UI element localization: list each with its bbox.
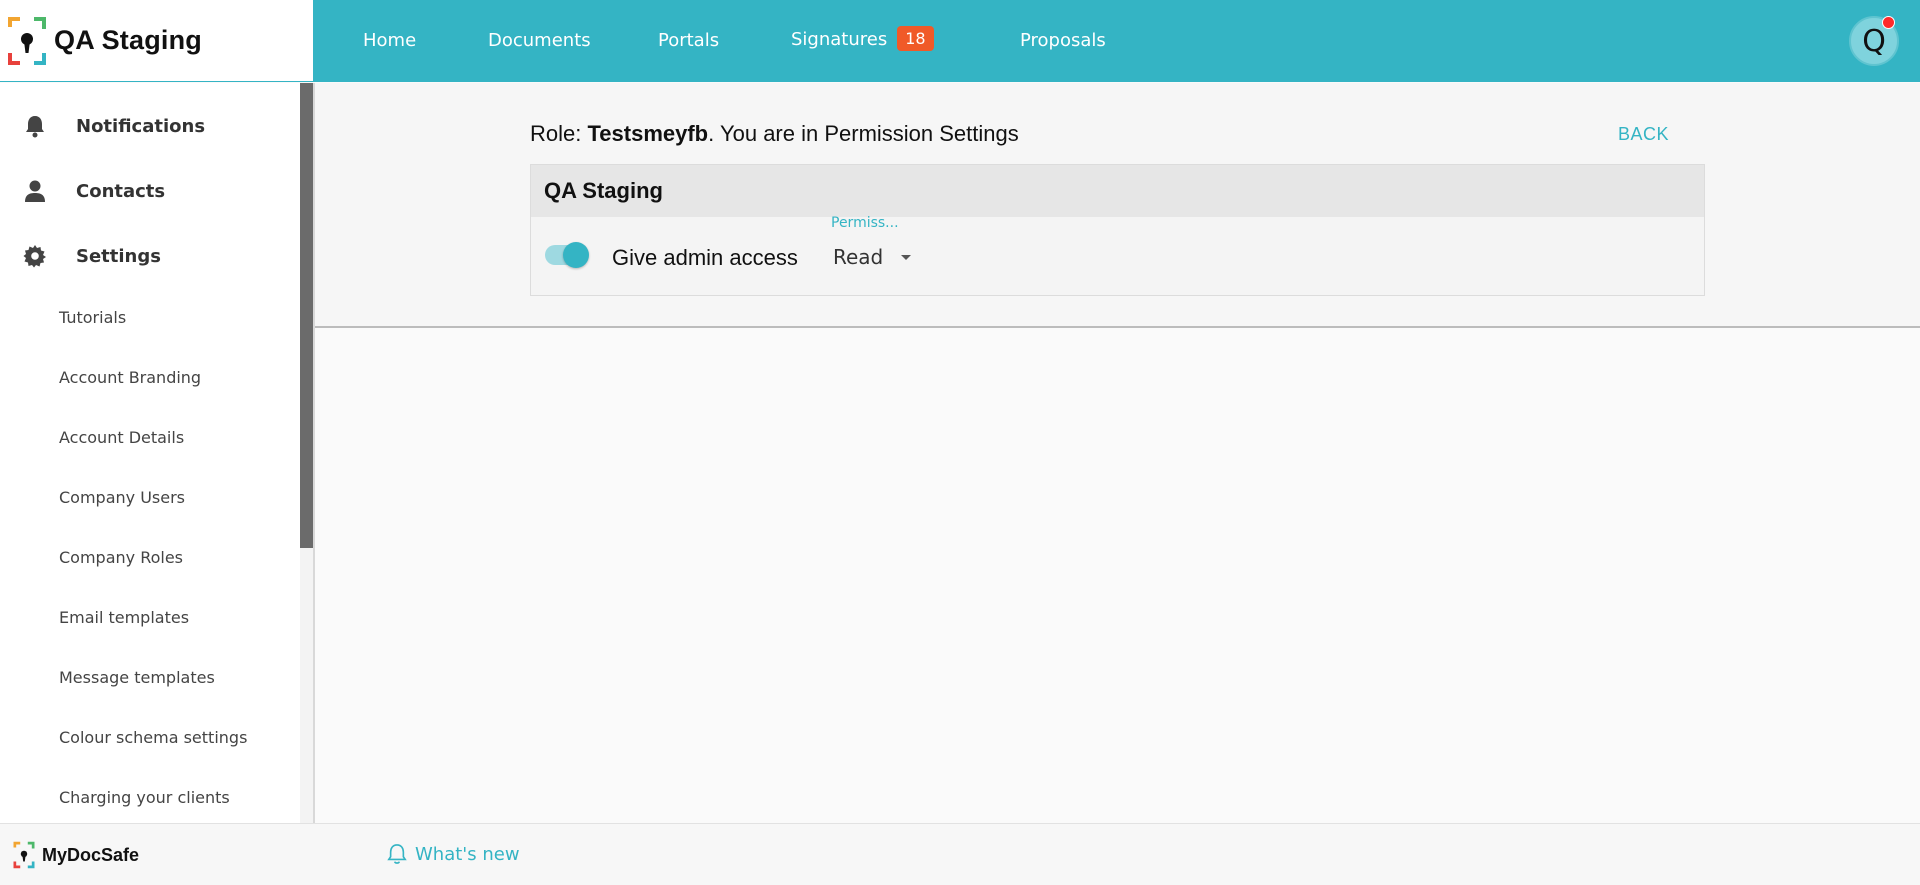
- sidebar-item-account-branding[interactable]: Account Branding: [59, 368, 201, 387]
- card-title: QA Staging: [531, 165, 1704, 217]
- sidebar-item-charging-your-clients[interactable]: Charging your clients: [59, 788, 230, 807]
- permission-select[interactable]: Read: [833, 245, 912, 269]
- signatures-count-badge: 18: [897, 26, 934, 51]
- person-icon: [22, 178, 48, 204]
- role-suffix: . You are in Permission Settings: [708, 121, 1019, 146]
- sidebar-item-label: Settings: [76, 245, 161, 267]
- notification-dot: [1882, 16, 1895, 29]
- footer-brand[interactable]: MyDocSafe: [12, 841, 139, 869]
- sidebar-item-notifications[interactable]: Notifications: [22, 113, 205, 139]
- sidebar-item-contacts[interactable]: Contacts: [22, 178, 165, 204]
- nav-portals[interactable]: Portals: [658, 30, 719, 51]
- permission-card: QA Staging Give admin access Permiss... …: [530, 164, 1705, 296]
- nav-home[interactable]: Home: [363, 30, 416, 51]
- bell-icon: [22, 113, 48, 139]
- nav-documents[interactable]: Documents: [488, 30, 591, 51]
- footer: MyDocSafe What's new: [0, 823, 1920, 885]
- toggle-knob[interactable]: [563, 242, 589, 268]
- nav-signatures-label: Signatures: [791, 29, 888, 50]
- sidebar-item-tutorials[interactable]: Tutorials: [59, 308, 126, 327]
- bell-outline-icon: [387, 844, 407, 864]
- sidebar-item-company-roles[interactable]: Company Roles: [59, 548, 183, 567]
- permission-select-value: Read: [833, 245, 884, 269]
- role-prefix: Role:: [530, 121, 588, 146]
- sidebar-item-settings[interactable]: Settings: [22, 243, 161, 269]
- sidebar-item-colour-schema-settings[interactable]: Colour schema settings: [59, 728, 247, 747]
- whats-new-link[interactable]: What's new: [387, 843, 520, 865]
- sidebar-item-label: Contacts: [76, 180, 166, 202]
- sidebar: Notifications Contacts Settings Tutorial…: [0, 83, 313, 823]
- sidebar-scrollbar-thumb[interactable]: [300, 83, 313, 548]
- sidebar-item-message-templates[interactable]: Message templates: [59, 668, 215, 687]
- role-name: Testsmeyfb: [587, 121, 709, 146]
- back-button[interactable]: BACK: [1618, 124, 1669, 145]
- sidebar-item-email-templates[interactable]: Email templates: [59, 608, 189, 627]
- nav-signatures[interactable]: Signatures 18: [791, 26, 934, 52]
- whats-new-label: What's new: [415, 843, 520, 865]
- footer-brand-label: MyDocSafe: [42, 844, 140, 865]
- sidebar-item-company-users[interactable]: Company Users: [59, 488, 185, 507]
- gear-icon: [22, 243, 48, 269]
- brand-header[interactable]: QA Staging: [0, 0, 313, 82]
- brand-title: QA Staging: [54, 25, 202, 55]
- permission-label: Give admin access: [612, 245, 798, 270]
- mydocsafe-logo-icon: [6, 15, 48, 67]
- sidebar-item-label: Notifications: [76, 115, 206, 137]
- chevron-down-icon: [901, 254, 912, 260]
- sidebar-item-account-details[interactable]: Account Details: [59, 428, 184, 447]
- nav-proposals[interactable]: Proposals: [1020, 30, 1106, 51]
- permission-select-caption: Permiss...: [831, 215, 899, 231]
- mydocsafe-small-logo-icon: [13, 841, 35, 869]
- page-title: Role: Testsmeyfb. You are in Permission …: [530, 121, 1019, 147]
